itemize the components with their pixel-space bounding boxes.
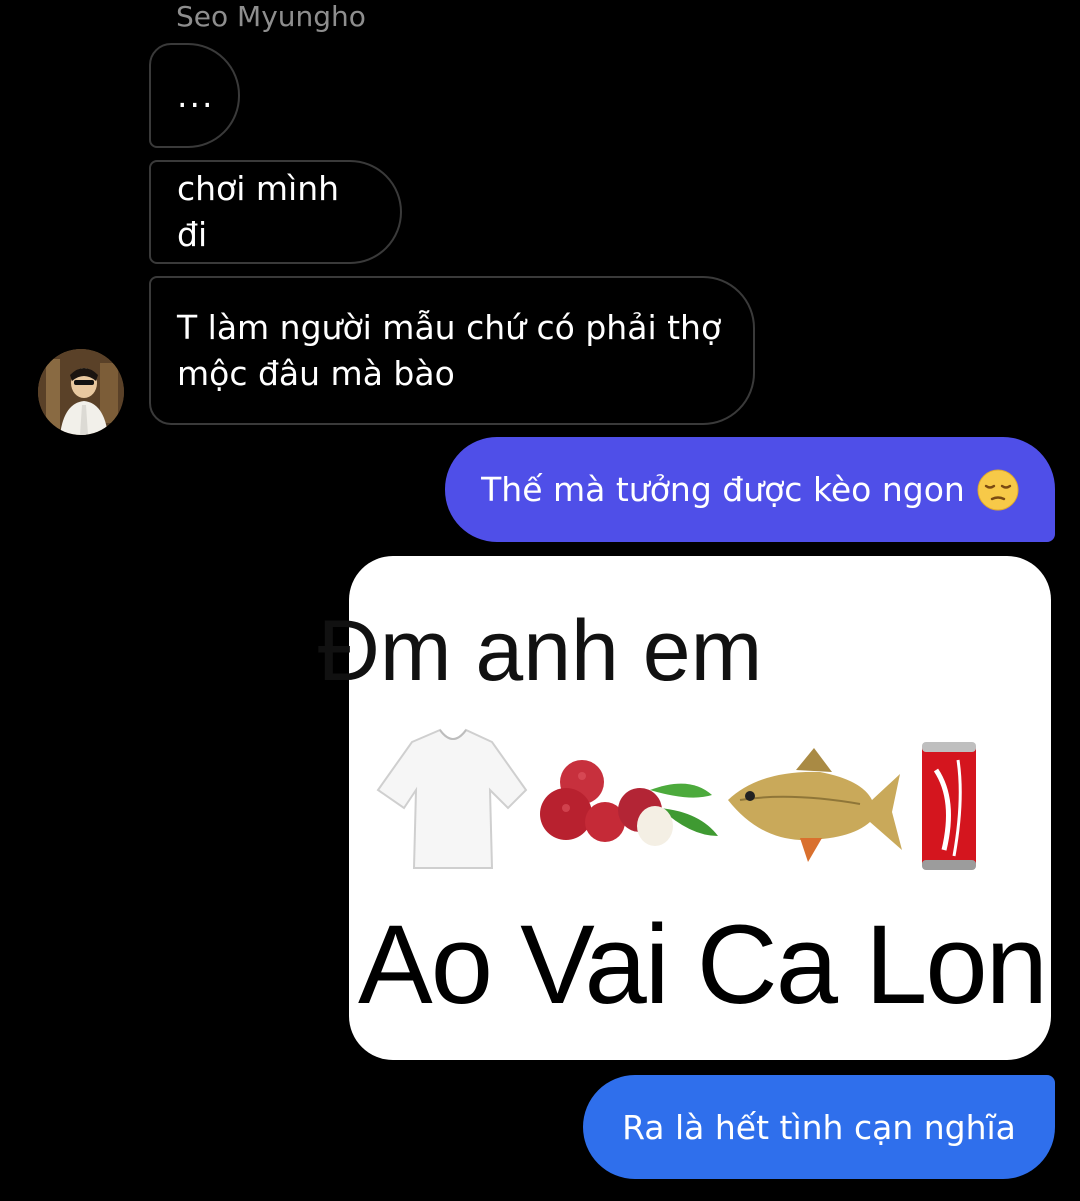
meme-title: Đm anh em: [317, 603, 763, 699]
avatar[interactable]: [38, 349, 124, 435]
sender-name: Seo Myungho: [176, 0, 366, 33]
message-text: chơi mình đi: [177, 169, 340, 254]
pensive-face-emoji-icon: [977, 469, 1019, 510]
message-text: Ra là hết tình cạn nghĩa: [622, 1107, 1016, 1147]
avatar-photo-icon: [38, 349, 124, 435]
outgoing-message-het-tinh[interactable]: Ra là hết tình cạn nghĩa: [583, 1075, 1055, 1179]
message-text: ...: [177, 75, 215, 115]
message-text: Thế mà tưởng được kèo ngon: [481, 470, 965, 509]
incoming-message-choi-minh-di[interactable]: chơi mình đi: [149, 160, 402, 264]
incoming-message-nguoi-mau[interactable]: T làm người mẫu chứ có phải thợ mộc đâu …: [149, 276, 755, 425]
incoming-message-ellipsis[interactable]: ...: [149, 43, 240, 148]
outgoing-message-keo-ngon[interactable]: Thế mà tưởng được kèo ngon: [445, 437, 1055, 542]
meme-bottom-text: Ao Vai Ca Lon: [358, 902, 1048, 1027]
message-text: T làm người mẫu chứ có phải thợ mộc đâu …: [177, 307, 722, 393]
